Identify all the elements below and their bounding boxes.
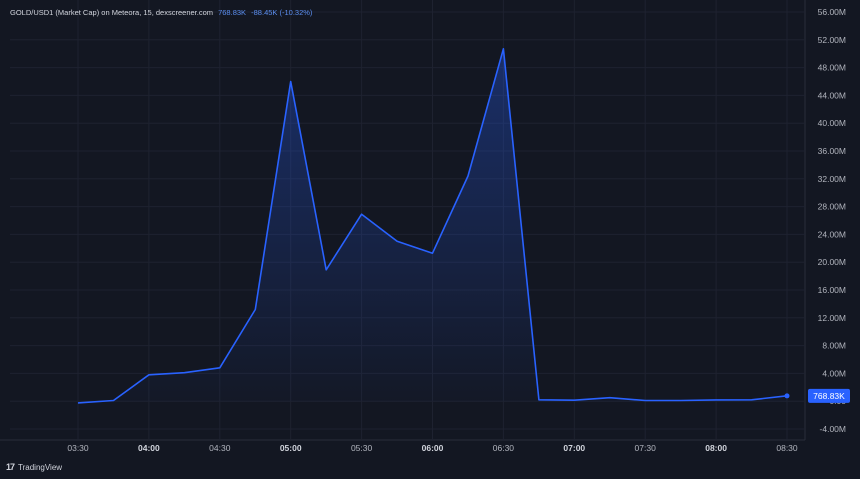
data-point: [183, 372, 185, 374]
x-tick-label: 04:30: [209, 443, 231, 453]
symbol-header: GOLD/USD1 (Market Cap) on Meteora, 15, d…: [10, 8, 312, 17]
last-value: 768.83K: [218, 8, 247, 17]
y-tick-label: 56.00M: [818, 7, 846, 17]
data-point: [325, 269, 327, 271]
x-tick-label: 07:00: [563, 443, 585, 453]
y-tick-label: 32.00M: [818, 174, 846, 184]
y-tick-label: -4.00M: [820, 424, 846, 434]
price-change: -88.45K (-10.32%): [251, 8, 313, 17]
x-tick-label: 04:00: [138, 443, 160, 453]
y-tick-label: 36.00M: [818, 146, 846, 156]
x-tick-label: 07:30: [635, 443, 657, 453]
tradingview-logo-icon: 17: [6, 462, 15, 472]
y-tick-label: 8.00M: [822, 341, 846, 351]
y-tick-label: 28.00M: [818, 202, 846, 212]
y-tick-label: 12.00M: [818, 313, 846, 323]
last-value-marker: [784, 393, 790, 399]
data-point: [254, 308, 256, 310]
data-point: [573, 399, 575, 401]
x-tick-label: 05:30: [351, 443, 373, 453]
x-tick-label: 03:30: [67, 443, 89, 453]
data-point: [219, 367, 221, 369]
data-point: [538, 399, 540, 401]
tradingview-branding[interactable]: 17 TradingView: [6, 462, 62, 472]
y-tick-label: 20.00M: [818, 257, 846, 267]
y-tick-label: 24.00M: [818, 229, 846, 239]
symbol-title: GOLD/USD1 (Market Cap) on Meteora, 15, d…: [10, 8, 213, 17]
last-value-badge-label: 768.83K: [813, 391, 845, 401]
data-point: [609, 397, 611, 399]
x-tick-label: 05:00: [280, 443, 302, 453]
y-tick-label: 52.00M: [818, 35, 846, 45]
y-tick-label: 40.00M: [818, 118, 846, 128]
x-tick-label: 08:30: [776, 443, 798, 453]
data-point: [467, 175, 469, 177]
y-tick-label: 48.00M: [818, 63, 846, 73]
x-tick-label: 08:00: [705, 443, 727, 453]
data-point: [502, 48, 504, 50]
tradingview-brand-text: TradingView: [18, 462, 63, 472]
market-cap-area-chart[interactable]: 56.00M 52.00M 48.00M 44.00M 40.00M 36.00M 32.0…: [0, 0, 860, 479]
y-tick-label: 44.00M: [818, 90, 846, 100]
x-tick-label: 06:30: [493, 443, 515, 453]
data-point: [750, 399, 752, 401]
y-tick-label: 4.00M: [822, 368, 846, 378]
data-point: [148, 374, 150, 376]
data-point: [77, 402, 79, 404]
y-tick-label: 16.00M: [818, 285, 846, 295]
data-point: [290, 80, 292, 82]
data-point: [431, 252, 433, 254]
x-tick-label: 06:00: [422, 443, 444, 453]
data-point: [644, 399, 646, 401]
data-point: [112, 399, 114, 401]
chart-widget: 56.00M 52.00M 48.00M 44.00M 40.00M 36.00M 32.0…: [0, 0, 860, 479]
data-point: [396, 240, 398, 242]
data-point: [679, 399, 681, 401]
data-point: [360, 213, 362, 215]
data-point: [715, 399, 717, 401]
